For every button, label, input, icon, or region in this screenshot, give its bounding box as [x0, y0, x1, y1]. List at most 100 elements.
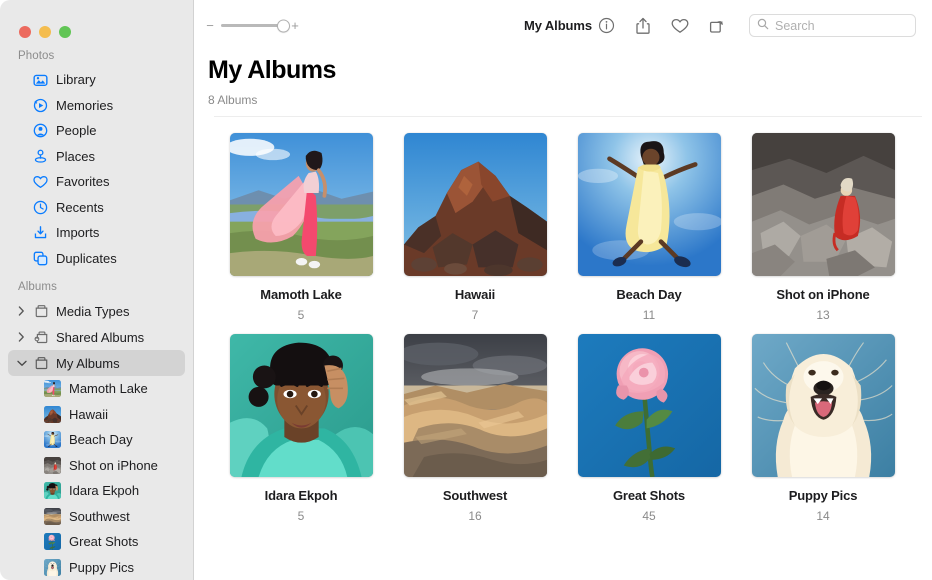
sidebar-group-label: Shared Albums [56, 330, 144, 345]
album-cover-image[interactable] [404, 334, 547, 477]
album-thumbnail [44, 431, 61, 448]
album-title: Hawaii [455, 287, 495, 302]
toolbar: − + My Albums [194, 0, 932, 51]
sidebar-album-beach-day[interactable]: Beach Day [8, 427, 185, 453]
sidebar-section-photos-header: Photos [0, 46, 193, 67]
album-cover-image[interactable] [404, 133, 547, 276]
sidebar-album-label: Hawaii [69, 407, 108, 422]
album-cover-image[interactable] [752, 133, 895, 276]
places-icon [32, 148, 48, 164]
sidebar-item-duplicates[interactable]: Duplicates [8, 246, 185, 272]
album-title: Mamoth Lake [260, 287, 341, 302]
album-card-idara-ekpoh[interactable]: Idara Ekpoh 5 [214, 334, 388, 523]
rotate-icon[interactable] [707, 15, 727, 36]
sidebar-item-label: Favorites [56, 175, 109, 188]
sidebar-item-favorites[interactable]: Favorites [8, 169, 185, 195]
sidebar-item-people[interactable]: People [8, 118, 185, 144]
sidebar-section-albums-header: Albums [0, 271, 193, 298]
album-title: Idara Ekpoh [265, 488, 338, 503]
album-photo-count: 5 [298, 308, 305, 322]
memories-icon [32, 97, 48, 113]
album-photo-count: 7 [472, 308, 479, 322]
sidebar-album-puppy-pics[interactable]: Puppy Pics [8, 555, 185, 580]
sidebar-item-recents[interactable]: Recents [8, 195, 185, 221]
zoom-slider-knob[interactable] [277, 19, 290, 32]
album-card-southwest[interactable]: Southwest 16 [388, 334, 562, 523]
album-title: Southwest [443, 488, 507, 503]
import-icon [32, 225, 48, 241]
album-photo-count: 16 [468, 509, 481, 523]
zoom-slider-track[interactable] [221, 24, 284, 27]
sidebar-album-idara-ekpoh[interactable]: Idara Ekpoh [8, 478, 185, 504]
album-cover-image[interactable] [230, 334, 373, 477]
sidebar-item-memories[interactable]: Memories [8, 93, 185, 119]
album-card-beach-day[interactable]: Beach Day 11 [562, 133, 736, 322]
minimize-button[interactable] [39, 26, 51, 38]
sidebar-album-mamoth-lake[interactable]: Mamoth Lake [8, 376, 185, 402]
folder-icon [33, 355, 50, 371]
zoom-in-label[interactable]: + [291, 19, 299, 32]
zoom-slider[interactable]: − + [206, 19, 299, 32]
library-icon [32, 72, 48, 88]
toolbar-actions: Search [596, 14, 916, 37]
sidebar: Photos Library Memories [0, 0, 194, 580]
sidebar-group-media-types[interactable]: Media Types [8, 298, 185, 324]
album-thumbnail [44, 508, 61, 525]
sidebar-album-label: Mamoth Lake [69, 381, 148, 396]
album-title: Shot on iPhone [776, 287, 869, 302]
sidebar-item-label: Memories [56, 99, 113, 112]
album-cover-image[interactable] [578, 334, 721, 477]
sidebar-album-label: Great Shots [69, 534, 138, 549]
sidebar-item-places[interactable]: Places [8, 144, 185, 170]
album-cover-image[interactable] [230, 133, 373, 276]
sidebar-item-library[interactable]: Library [8, 67, 185, 93]
album-card-shot-on-iphone[interactable]: Shot on iPhone 13 [736, 133, 910, 322]
shared-folder-icon [33, 329, 50, 345]
chevron-down-icon[interactable] [16, 358, 27, 369]
chevron-right-icon[interactable] [16, 332, 27, 343]
album-photo-count: 5 [298, 509, 305, 523]
sidebar-album-shot-on-iphone[interactable]: Shot on iPhone [8, 453, 185, 479]
album-photo-count: 11 [643, 308, 655, 322]
sidebar-group-shared-albums[interactable]: Shared Albums [8, 324, 185, 350]
album-card-puppy-pics[interactable]: Puppy Pics 14 [736, 334, 910, 523]
album-title: Puppy Pics [789, 488, 858, 503]
album-card-hawaii[interactable]: Hawaii 7 [388, 133, 562, 322]
sidebar-album-hawaii[interactable]: Hawaii [8, 402, 185, 428]
page-header: My Albums 8 Albums [194, 51, 932, 117]
people-icon [32, 123, 48, 139]
content-area: − + My Albums [194, 0, 932, 580]
sidebar-album-label: Puppy Pics [69, 560, 134, 575]
sidebar-album-southwest[interactable]: Southwest [8, 504, 185, 530]
toolbar-title: My Albums [524, 18, 592, 33]
maximize-button[interactable] [59, 26, 71, 38]
sidebar-item-label: People [56, 124, 96, 137]
album-photo-count: 14 [816, 509, 829, 523]
zoom-out-label[interactable]: − [206, 19, 214, 32]
share-icon[interactable] [633, 15, 653, 36]
window-controls [0, 0, 193, 46]
album-cover-image[interactable] [752, 334, 895, 477]
sidebar-album-label: Beach Day [69, 432, 133, 447]
close-button[interactable] [19, 26, 31, 38]
folder-icon [33, 303, 50, 319]
sidebar-album-label: Southwest [69, 509, 130, 524]
info-icon[interactable] [596, 15, 616, 36]
sidebar-album-label: Idara Ekpoh [69, 483, 139, 498]
sidebar-group-my-albums[interactable]: My Albums [8, 350, 185, 376]
search-placeholder: Search [775, 19, 815, 33]
search-field[interactable]: Search [749, 14, 916, 37]
favorite-icon[interactable] [670, 15, 690, 36]
album-thumbnail [44, 406, 61, 423]
chevron-right-icon[interactable] [16, 306, 27, 317]
album-cover-image[interactable] [578, 133, 721, 276]
album-title: Beach Day [616, 287, 681, 302]
albums-grid: Mamoth Lake 5 Hawaii 7 Beach Day 11 [194, 117, 932, 580]
album-card-mamoth-lake[interactable]: Mamoth Lake 5 [214, 133, 388, 322]
album-card-great-shots[interactable]: Great Shots 45 [562, 334, 736, 523]
sidebar-album-great-shots[interactable]: Great Shots [8, 529, 185, 555]
sidebar-album-label: Shot on iPhone [69, 458, 158, 473]
album-photo-count: 13 [816, 308, 829, 322]
sidebar-item-imports[interactable]: Imports [8, 220, 185, 246]
photos-app-window: Photos Library Memories [0, 0, 932, 580]
